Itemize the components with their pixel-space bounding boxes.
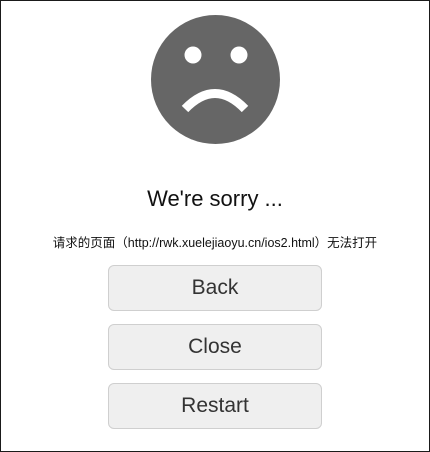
close-button[interactable]: Close — [108, 324, 322, 370]
error-title: We're sorry ... — [147, 186, 283, 211]
error-message: 请求的页面（http://rwk.xuelejiaoyu.cn/ios2.htm… — [52, 236, 378, 250]
back-button[interactable]: Back — [108, 265, 322, 311]
error-page: We're sorry ... 请求的页面（http://rwk.xueleji… — [0, 0, 430, 452]
restart-button[interactable]: Restart — [108, 383, 322, 429]
sad-face-icon — [151, 15, 280, 144]
